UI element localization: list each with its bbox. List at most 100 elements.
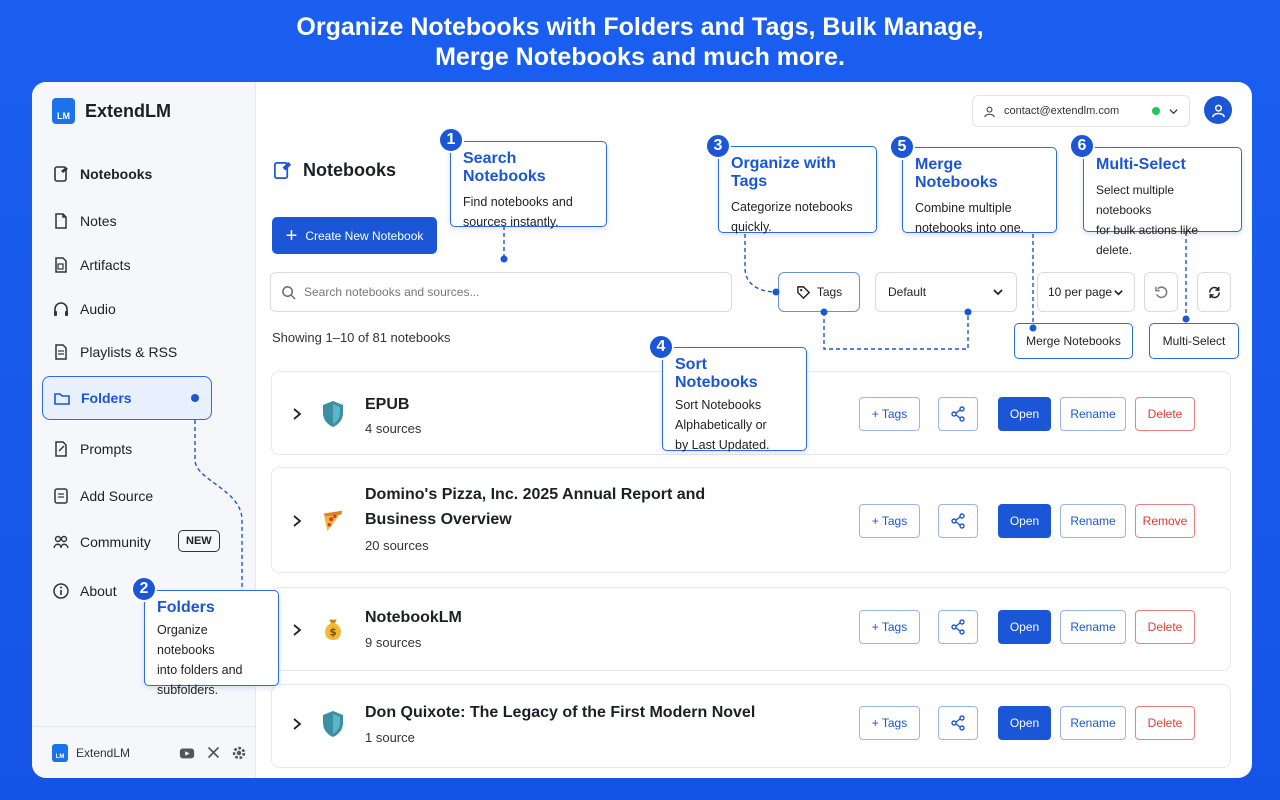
chevron-right-icon[interactable] — [290, 623, 304, 637]
open-button[interactable]: Open — [998, 504, 1051, 538]
delete-button[interactable]: Delete — [1135, 706, 1195, 740]
sidebar-item-notebooks[interactable]: Notebooks — [42, 152, 212, 196]
notebook-sources: 9 sources — [365, 635, 422, 650]
chevron-right-icon[interactable] — [290, 717, 304, 731]
callout-desc-1: Combine multiple — [915, 201, 1012, 215]
refresh-button[interactable] — [1197, 272, 1231, 312]
sidebar-item-label: Add Source — [80, 488, 154, 504]
share-button[interactable] — [938, 706, 978, 740]
rename-button[interactable]: Rename — [1060, 397, 1126, 431]
callout-desc-1: Organize notebooks — [157, 623, 215, 657]
search-input[interactable] — [304, 285, 724, 299]
tags-filter-button[interactable]: Tags — [778, 272, 860, 312]
add-source-icon — [54, 488, 68, 504]
search-bar[interactable] — [270, 272, 732, 312]
notebook-card[interactable]: $ NotebookLM 9 sources + Tags Open Renam… — [271, 587, 1231, 671]
share-button[interactable] — [938, 610, 978, 644]
plus-icon: + — [285, 224, 298, 247]
sort-select[interactable]: Default — [875, 272, 1017, 312]
sidebar-item-folders[interactable]: Folders — [42, 376, 212, 420]
add-tags-button[interactable]: + Tags — [859, 397, 920, 431]
callout-desc-1: Find notebooks and — [463, 195, 573, 209]
sidebar-item-playlists[interactable]: Playlists & RSS — [42, 330, 212, 374]
youtube-icon[interactable] — [178, 744, 196, 762]
add-tags-button[interactable]: + Tags — [859, 504, 920, 538]
delete-button[interactable]: Delete — [1135, 610, 1195, 644]
sidebar-item-artifacts[interactable]: Artifacts — [42, 243, 212, 287]
open-button[interactable]: Open — [998, 397, 1051, 431]
chevron-down-icon — [1114, 289, 1123, 296]
share-icon — [951, 406, 965, 422]
callout-desc-2: quickly. — [731, 220, 772, 234]
merge-notebooks-button[interactable]: Merge Notebooks — [1014, 323, 1133, 359]
notebook-title: Don Quixote: The Legacy of the First Mod… — [365, 704, 756, 721]
avatar[interactable] — [1204, 96, 1232, 124]
callout-desc-2: Alphabetically or — [675, 418, 767, 432]
gear-icon[interactable] — [230, 744, 248, 762]
callout-title: Sort Notebooks — [675, 356, 758, 391]
sidebar-item-add-source[interactable]: Add Source — [42, 474, 212, 518]
status-dot — [1152, 107, 1160, 115]
results-count: Showing 1–10 of 81 notebooks — [272, 330, 451, 345]
add-tags-button[interactable]: + Tags — [859, 706, 920, 740]
callout-desc-2: for bulk actions like delete. — [1096, 223, 1199, 257]
brand[interactable]: LM ExtendLM — [52, 98, 171, 124]
notebook-title: NotebookLM — [365, 609, 462, 626]
notebook-icon — [274, 161, 292, 179]
chevron-right-icon[interactable] — [290, 514, 304, 528]
notebook-title-line-2: Business Overview — [365, 511, 512, 528]
notebook-title: Domino's Pizza, Inc. 2025 Annual Report … — [365, 486, 706, 503]
undo-icon — [1154, 285, 1167, 298]
notebook-card[interactable]: Don Quixote: The Legacy of the First Mod… — [271, 684, 1231, 768]
page-title-text: Notebooks — [303, 160, 397, 180]
sidebar-item-prompts[interactable]: Prompts — [42, 427, 212, 471]
brand-name: ExtendLM — [85, 100, 172, 121]
remove-button[interactable]: Remove — [1135, 504, 1195, 538]
callout-title: Multi-Select — [1096, 156, 1186, 173]
notebook-card[interactable]: Domino's Pizza, Inc. 2025 Annual Report … — [271, 467, 1231, 573]
sidebar-item-audio[interactable]: Audio — [42, 287, 212, 331]
chevron-right-icon[interactable] — [290, 407, 304, 421]
callout-search-notebooks: Search Notebooks Find notebooks and sour… — [450, 141, 607, 229]
callout-number-1: 1 — [438, 127, 464, 153]
per-page-select[interactable]: 10 per page — [1037, 272, 1135, 312]
shield-icon — [318, 399, 348, 429]
callout-number-3: 3 — [705, 133, 731, 159]
share-button[interactable] — [938, 397, 978, 431]
create-notebook-button[interactable]: + Create New Notebook — [272, 217, 437, 254]
user-avatar-icon — [1211, 104, 1225, 117]
share-icon — [951, 715, 965, 731]
open-button[interactable]: Open — [998, 706, 1051, 740]
sidebar-item-label: About — [80, 583, 117, 599]
prompt-icon — [55, 441, 67, 457]
per-page-value: 10 per page — [1048, 285, 1113, 299]
sidebar-item-label: Playlists & RSS — [80, 344, 178, 360]
sidebar-item-notes[interactable]: Notes — [42, 199, 212, 243]
refresh-icon — [1208, 286, 1220, 298]
sidebar-item-label: Prompts — [80, 441, 133, 457]
sidebar-item-label: Audio — [80, 301, 116, 317]
account-email: contact@extendlm.com — [1004, 105, 1120, 117]
rename-button[interactable]: Rename — [1060, 610, 1126, 644]
notebook-title: EPUB — [365, 396, 410, 413]
share-button[interactable] — [938, 504, 978, 538]
callout-number-5: 5 — [889, 134, 915, 160]
headphones-icon — [54, 302, 68, 316]
headline-line-2: Merge Notebooks and much more. — [435, 43, 845, 71]
delete-button[interactable]: Delete — [1135, 397, 1195, 431]
info-icon — [53, 583, 69, 599]
callout-organize-tags: Organize with Tags Categorize notebooks … — [718, 146, 877, 234]
x-icon[interactable] — [204, 744, 222, 762]
open-button[interactable]: Open — [998, 610, 1051, 644]
callout-title: Folders — [157, 599, 215, 616]
pizza-icon — [318, 506, 348, 536]
multi-select-button[interactable]: Multi-Select — [1149, 323, 1239, 359]
folder-icon — [54, 393, 70, 405]
account-selector[interactable]: contact@extendlm.com — [972, 95, 1190, 127]
share-icon — [951, 619, 965, 635]
headline: Organize Notebooks with Folders and Tags… — [0, 12, 1280, 72]
add-tags-button[interactable]: + Tags — [859, 610, 920, 644]
reset-button[interactable] — [1144, 272, 1178, 312]
rename-button[interactable]: Rename — [1060, 706, 1126, 740]
rename-button[interactable]: Rename — [1060, 504, 1126, 538]
